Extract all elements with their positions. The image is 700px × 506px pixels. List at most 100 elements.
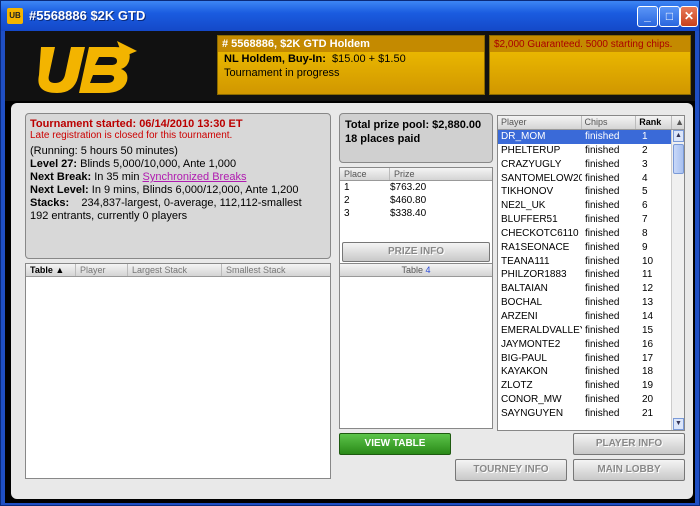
player-row[interactable]: DR_MOM finished 1 (498, 130, 684, 144)
prize-info-button[interactable]: PRIZE INFO (342, 242, 490, 262)
tournament-info-panel: Tournament started: 06/14/2010 13:30 ET … (25, 113, 331, 259)
game-title: # 5568886, $2K GTD Holdem (218, 36, 484, 52)
player-row[interactable]: PHELTERUP finished 2 (498, 144, 684, 158)
close-icon[interactable]: ✕ (680, 6, 698, 27)
main-lobby-button[interactable]: MAIN LOBBY (573, 459, 685, 481)
places-paid: 18 places paid (345, 133, 421, 145)
player-name-cell: BALTAIAN (501, 283, 548, 295)
player-name-cell: PHELTERUP (501, 144, 561, 156)
prize-row: 2 $460.80 (340, 194, 492, 207)
player-name-cell: BLUFFER51 (501, 214, 558, 226)
player-rank-cell: 18 (642, 366, 654, 378)
place-cell: 2 (344, 195, 350, 206)
player-info-button[interactable]: PLAYER INFO (573, 433, 685, 455)
player-row[interactable]: CRAZYUGLY finished 3 (498, 158, 684, 172)
table-count: 4 (425, 265, 431, 275)
player-rank-cell: 19 (642, 380, 654, 392)
table-list-header[interactable]: Table 4 (397, 264, 434, 276)
player-header[interactable]: Player (498, 116, 582, 129)
largest-stack-header[interactable]: Largest Stack (128, 264, 222, 276)
player-row[interactable]: SAYNGUYEN finished 21 (498, 407, 684, 421)
player-row[interactable]: TEANA111 finished 10 (498, 255, 684, 269)
player-chips-cell: finished (585, 338, 620, 350)
next-level-label: Next Level: (30, 184, 89, 196)
player-row[interactable]: EMERALDVALLEY finished 15 (498, 324, 684, 338)
minimize-icon[interactable]: _ (637, 6, 658, 27)
player-name-cell: TEANA111 (501, 255, 550, 267)
player-rank-cell: 14 (642, 310, 654, 322)
player-name-cell: SAYNGUYEN (501, 407, 564, 419)
player-rank-cell: 13 (642, 297, 654, 309)
synchronized-breaks-link[interactable]: Synchronized Breaks (143, 171, 247, 183)
tables-grid: Table ▲ Player Largest Stack Smallest St… (25, 263, 331, 479)
player-row[interactable]: PHILZOR1883 finished 11 (498, 268, 684, 282)
rank-header[interactable]: Rank (636, 116, 673, 129)
players-scrollbar[interactable]: ▲ ▼ (671, 130, 684, 430)
scroll-thumb[interactable] (673, 144, 684, 174)
player-chips-cell: finished (585, 172, 620, 184)
player-row[interactable]: BLUFFER51 finished 7 (498, 213, 684, 227)
player-name-cell: ARZENI (501, 310, 538, 322)
player-rank-cell: 9 (642, 241, 648, 253)
player-name-cell: ZLOTZ (501, 380, 533, 392)
title-bar[interactable]: UB #5568886 $2K GTD _ □ ✕ (1, 1, 699, 31)
player-column-header[interactable]: Player (76, 264, 128, 276)
player-row[interactable]: BOCHAL finished 13 (498, 296, 684, 310)
player-row[interactable]: ARZENI finished 14 (498, 310, 684, 324)
game-type-label: NL Holdem, Buy-In: (224, 53, 326, 65)
place-cell: 1 (344, 182, 350, 193)
sort-up-icon[interactable]: ▲ (672, 116, 684, 129)
tournament-status: Tournament in progress (224, 67, 340, 79)
player-name-cell: TIKHONOV (501, 186, 554, 198)
player-chips-cell: finished (585, 310, 620, 322)
player-name-cell: CRAZYUGLY (501, 158, 562, 170)
player-rank-cell: 1 (642, 131, 648, 142)
stacks-label: Stacks: (30, 197, 70, 209)
ub-logo (38, 41, 137, 93)
next-break-value: In 35 min (94, 171, 140, 183)
player-rank-cell: 6 (642, 200, 648, 212)
player-chips-cell: finished (585, 200, 620, 212)
table-column-header[interactable]: Table ▲ (26, 264, 76, 276)
player-name-cell: BIG-PAUL (501, 352, 547, 364)
message-box: $2,000 Guaranteed. 5000 starting chips. (489, 35, 691, 95)
player-rank-cell: 10 (642, 255, 654, 267)
player-row[interactable]: CONOR_MW finished 20 (498, 393, 684, 407)
player-row[interactable]: KAYAKON finished 18 (498, 365, 684, 379)
next-level-value: In 9 mins, Blinds 6,000/12,000, Ante 1,2… (91, 184, 299, 196)
level-value: Blinds 5,000/10,000, Ante 1,000 (80, 158, 237, 170)
smallest-stack-header[interactable]: Smallest Stack (222, 264, 330, 276)
player-rank-cell: 16 (642, 338, 654, 350)
scroll-up-icon[interactable]: ▲ (673, 130, 684, 142)
player-chips-cell: finished (585, 131, 620, 142)
player-row[interactable]: ZLOTZ finished 19 (498, 379, 684, 393)
player-row[interactable]: BIG-PAUL finished 17 (498, 352, 684, 366)
player-row[interactable]: RA1SEONACE finished 9 (498, 241, 684, 255)
player-row[interactable]: SANTOMELOW20 finished 4 (498, 172, 684, 186)
player-row[interactable]: BALTAIAN finished 12 (498, 282, 684, 296)
prize-header[interactable]: Prize (390, 168, 490, 180)
player-row[interactable]: NE2L_UK finished 6 (498, 199, 684, 213)
player-row[interactable]: CHECKOTC6110 finished 8 (498, 227, 684, 241)
tourney-info-button[interactable]: TOURNEY INFO (455, 459, 567, 481)
players-list: Player Chips Rank ▲ DR_MOM finished 1 PHELT… (497, 115, 685, 431)
buyin-value: $15.00 + $1.50 (331, 53, 406, 65)
late-registration-notice: Late registration is closed for this tou… (30, 130, 233, 141)
tournament-message: $2,000 Guaranteed. 5000 starting chips. (490, 36, 690, 52)
level-label: Level 27: (30, 158, 78, 170)
chips-header[interactable]: Chips (582, 116, 637, 129)
player-rank-cell: 3 (642, 158, 648, 170)
player-row[interactable]: TIKHONOV finished 5 (498, 185, 684, 199)
player-rank-cell: 20 (642, 394, 654, 406)
entrants-count: 192 entrants, currently 0 players (30, 210, 188, 222)
place-header[interactable]: Place (340, 168, 390, 180)
prize-pool-panel: Total prize pool: $2,880.00 18 places pa… (339, 113, 493, 163)
prize-pool-total: Total prize pool: $2,880.00 (345, 119, 482, 131)
prize-cell: $460.80 (390, 195, 427, 206)
prize-row: 3 $338.40 (340, 207, 492, 220)
player-row[interactable]: JAYMONTE2 finished 16 (498, 338, 684, 352)
app-icon: UB (7, 8, 23, 24)
maximize-icon[interactable]: □ (659, 6, 680, 27)
view-table-button[interactable]: VIEW TABLE (339, 433, 451, 455)
scroll-down-icon[interactable]: ▼ (673, 418, 684, 430)
